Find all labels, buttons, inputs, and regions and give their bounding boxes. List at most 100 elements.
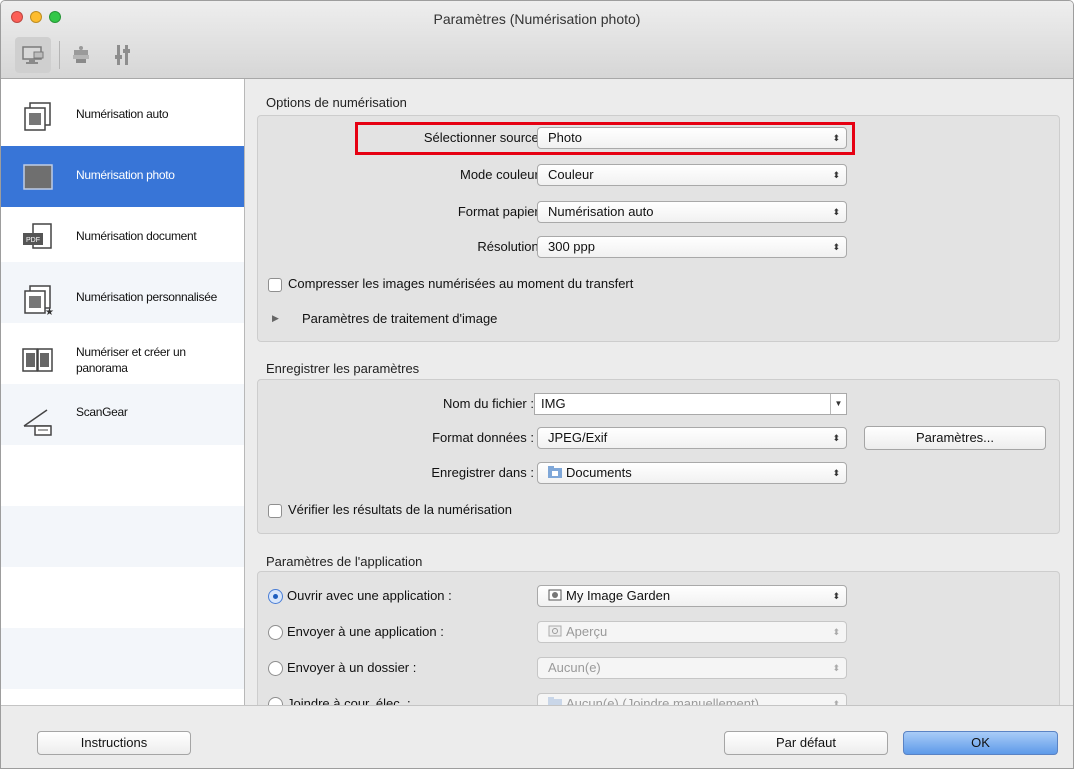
verify-results-checkbox[interactable] bbox=[268, 504, 282, 518]
sidebar-item-label: ScanGear bbox=[76, 405, 128, 419]
source-highlight-box bbox=[355, 122, 855, 155]
folder-icon bbox=[548, 697, 562, 705]
general-settings-icon bbox=[115, 45, 130, 65]
send-to-app-select[interactable]: Aperçu ⬍ bbox=[537, 621, 847, 643]
general-settings-tab[interactable] bbox=[105, 37, 141, 73]
resolution-label: Résolution : bbox=[477, 239, 546, 254]
app-settings-title: Paramètres de l'application bbox=[266, 554, 423, 569]
svg-text:PDF: PDF bbox=[26, 237, 40, 244]
sidebar-item-panorama[interactable]: Numériser et créer un panorama bbox=[1, 329, 244, 390]
attach-email-radio[interactable] bbox=[268, 697, 283, 705]
send-to-app-value: Aperçu bbox=[566, 624, 608, 639]
popup-arrows-icon: ⬍ bbox=[832, 663, 840, 673]
sidebar-item-photo-scan[interactable]: Numérisation photo bbox=[1, 146, 244, 207]
panorama-scan-icon bbox=[22, 348, 53, 372]
popup-arrows-icon: ⬍ bbox=[832, 207, 840, 217]
ok-button[interactable]: OK bbox=[903, 731, 1058, 755]
sidebar-item-custom-scan[interactable]: ★ Numérisation personnalisée bbox=[1, 268, 244, 329]
verify-results-label: Vérifier les résultats de la numérisatio… bbox=[288, 502, 512, 517]
attach-email-label: Joindre à cour. élec. : bbox=[287, 696, 411, 705]
save-in-label: Enregistrer dans : bbox=[431, 465, 534, 480]
scangear-icon bbox=[23, 409, 52, 436]
app-settings-group: Ouvrir avec une application : My Image G… bbox=[257, 571, 1060, 705]
paper-size-select[interactable]: Numérisation auto ⬍ bbox=[537, 201, 847, 223]
open-with-app-select[interactable]: My Image Garden ⬍ bbox=[537, 585, 847, 607]
scan-from-computer-icon bbox=[22, 46, 44, 64]
popup-arrows-icon: ⬍ bbox=[832, 433, 840, 443]
defaults-button[interactable]: Par défaut bbox=[724, 731, 888, 755]
documents-folder-icon bbox=[548, 466, 562, 478]
settings-panel: Options de numérisation Sélectionner sou… bbox=[246, 79, 1073, 705]
scan-options-group: Sélectionner source : Photo ⬍ Mode coule… bbox=[257, 115, 1060, 342]
title-bar: Paramètres (Numérisation photo) bbox=[1, 1, 1073, 79]
disclosure-triangle-icon[interactable]: ▶ bbox=[272, 313, 279, 324]
settings-window: Paramètres (Numérisation photo) Numérisa… bbox=[0, 0, 1074, 769]
sidebar-item-label: Numérisation personnalisée bbox=[76, 290, 217, 304]
scan-from-computer-tab[interactable] bbox=[15, 37, 51, 73]
auto-scan-icon bbox=[24, 102, 51, 131]
open-with-app-value: My Image Garden bbox=[566, 588, 671, 603]
custom-scan-icon: ★ bbox=[24, 285, 54, 316]
sidebar-item-document-scan[interactable]: PDF Numérisation document bbox=[1, 207, 244, 268]
compress-checkbox[interactable] bbox=[268, 278, 282, 292]
document-scan-icon: PDF bbox=[23, 223, 52, 249]
image-processing-toggle[interactable]: Paramètres de traitement d'image bbox=[302, 311, 497, 326]
file-name-combo[interactable]: IMG ▼ bbox=[534, 393, 847, 415]
paper-size-value: Numérisation auto bbox=[548, 204, 654, 219]
sidebar-item-scangear[interactable]: ScanGear bbox=[1, 390, 244, 451]
sidebar-item-label: Numériser et créer un panorama bbox=[76, 345, 186, 375]
combo-dropdown-icon[interactable]: ▼ bbox=[830, 394, 846, 414]
open-with-app-radio[interactable] bbox=[268, 589, 283, 604]
send-to-folder-value: Aucun(e) bbox=[548, 660, 601, 675]
save-in-value: Documents bbox=[566, 465, 632, 480]
sidebar-item-label: Numérisation document bbox=[76, 229, 197, 243]
save-settings-group: Nom du fichier : IMG ▼ Format données : … bbox=[257, 379, 1060, 534]
button-bar: Instructions Par défaut OK bbox=[1, 705, 1073, 768]
scan-from-panel-tab[interactable] bbox=[63, 37, 99, 73]
photo-scan-icon bbox=[23, 164, 53, 190]
data-format-label: Format données : bbox=[432, 430, 534, 445]
save-settings-title: Enregistrer les paramètres bbox=[266, 361, 420, 376]
data-format-value: JPEG/Exif bbox=[548, 430, 608, 445]
popup-arrows-icon: ⬍ bbox=[832, 699, 840, 705]
sidebar-item-label: Numérisation photo bbox=[76, 168, 175, 182]
resolution-value: 300 ppp bbox=[548, 239, 595, 254]
data-format-select[interactable]: JPEG/Exif ⬍ bbox=[537, 427, 847, 449]
attach-email-select[interactable]: Aucun(e) (Joindre manuellement) ⬍ bbox=[537, 693, 847, 705]
sidebar-item-auto-scan[interactable]: Numérisation auto bbox=[1, 85, 244, 146]
send-to-folder-select[interactable]: Aucun(e) ⬍ bbox=[537, 657, 847, 679]
attach-email-value: Aucun(e) (Joindre manuellement) bbox=[566, 696, 759, 705]
sidebar-item-label: Numérisation auto bbox=[76, 107, 169, 121]
save-in-select[interactable]: Documents ⬍ bbox=[537, 462, 847, 484]
file-name-value: IMG bbox=[541, 396, 566, 411]
popup-arrows-icon: ⬍ bbox=[832, 468, 840, 478]
send-to-app-radio[interactable] bbox=[268, 625, 283, 640]
popup-arrows-icon: ⬍ bbox=[832, 591, 840, 601]
preview-app-icon bbox=[548, 625, 562, 637]
open-with-app-label: Ouvrir avec une application : bbox=[287, 588, 452, 603]
paper-size-label: Format papier : bbox=[457, 204, 546, 219]
my-image-garden-icon bbox=[548, 589, 562, 601]
popup-arrows-icon: ⬍ bbox=[832, 170, 840, 180]
scan-options-title: Options de numérisation bbox=[266, 95, 407, 110]
format-settings-button[interactable]: Paramètres... bbox=[864, 426, 1046, 450]
window-title: Paramètres (Numérisation photo) bbox=[433, 11, 641, 27]
popup-arrows-icon: ⬍ bbox=[832, 242, 840, 252]
scan-from-panel-icon bbox=[73, 46, 89, 63]
color-mode-label: Mode couleur : bbox=[460, 167, 546, 182]
compress-label: Compresser les images numérisées au mome… bbox=[288, 276, 634, 291]
svg-text:★: ★ bbox=[45, 307, 54, 316]
file-name-label: Nom du fichier : bbox=[442, 396, 534, 411]
color-mode-value: Couleur bbox=[548, 167, 594, 182]
send-to-app-label: Envoyer à une application : bbox=[287, 624, 444, 639]
sidebar-stripe bbox=[1, 628, 244, 689]
resolution-select[interactable]: 300 ppp ⬍ bbox=[537, 236, 847, 258]
send-to-folder-radio[interactable] bbox=[268, 661, 283, 676]
sidebar-stripe bbox=[1, 506, 244, 567]
scan-mode-sidebar: Numérisation auto Numérisation photo PDF… bbox=[1, 79, 245, 705]
popup-arrows-icon: ⬍ bbox=[832, 627, 840, 637]
color-mode-select[interactable]: Couleur ⬍ bbox=[537, 164, 847, 186]
instructions-button[interactable]: Instructions bbox=[37, 731, 191, 755]
send-to-folder-label: Envoyer à un dossier : bbox=[287, 660, 417, 675]
toolbar-separator bbox=[59, 41, 60, 69]
